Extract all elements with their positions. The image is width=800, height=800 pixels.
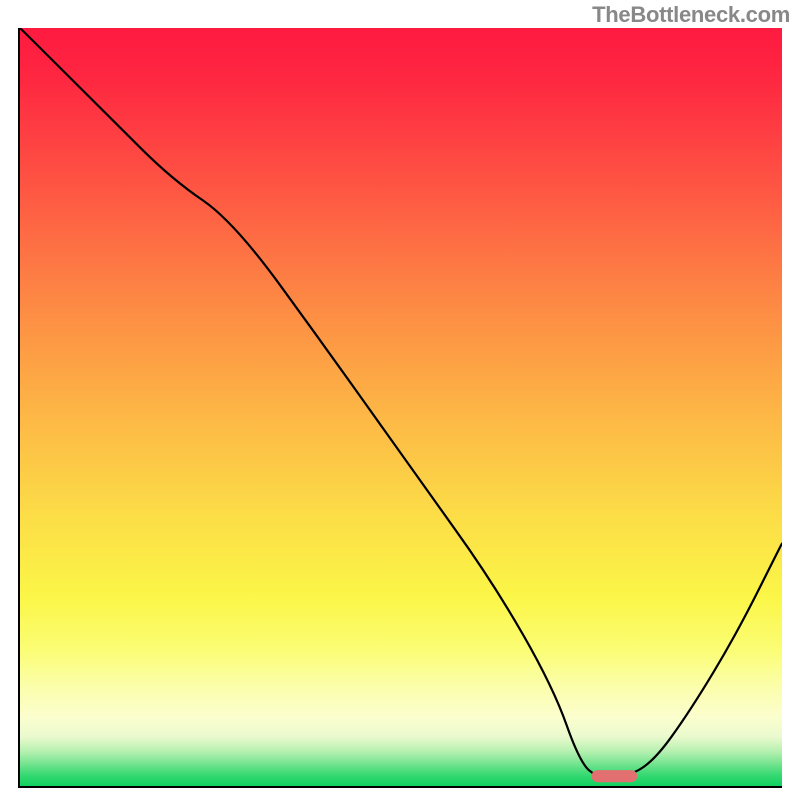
watermark-text: TheBottleneck.com <box>592 2 790 28</box>
plot-area <box>18 28 782 788</box>
plot-svg <box>20 28 782 786</box>
chart-container: TheBottleneck.com <box>0 0 800 800</box>
optimum-marker <box>592 770 638 782</box>
